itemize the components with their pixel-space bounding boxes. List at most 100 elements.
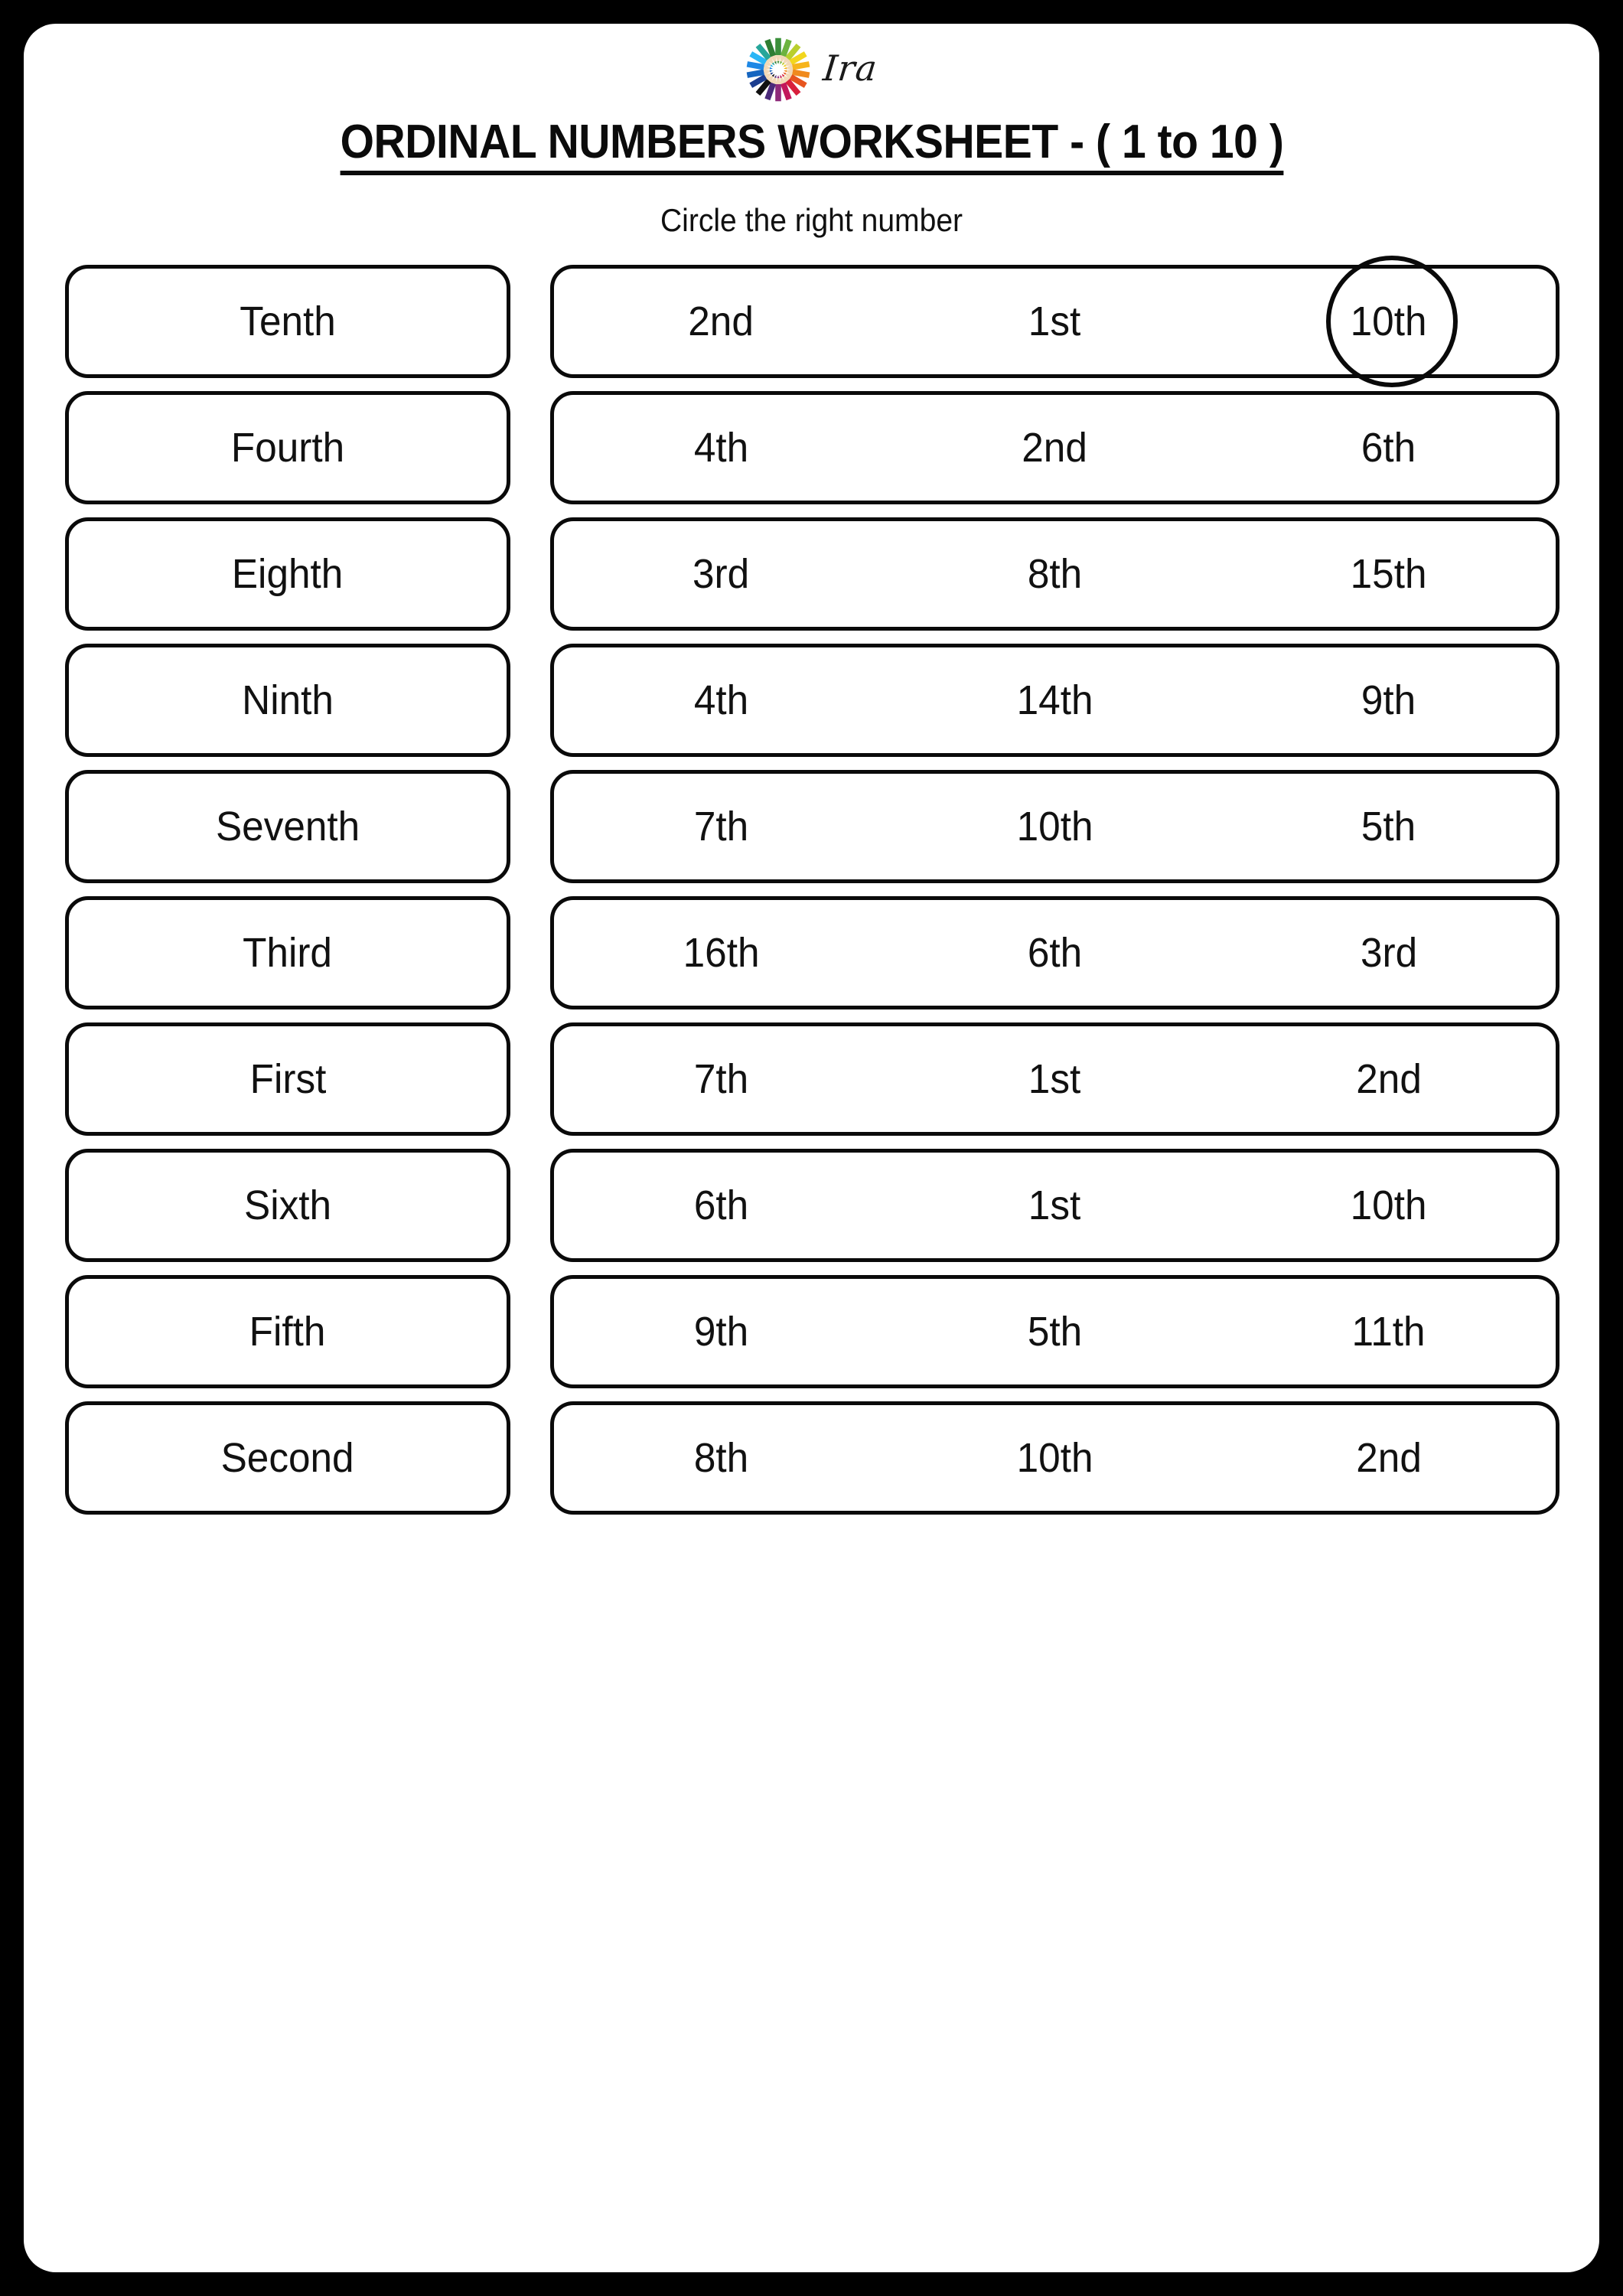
ordinal-word-box: Fourth [65,391,510,504]
ordinal-word-label: Ninth [242,677,334,723]
answer-option-label: 4th [693,425,748,471]
answer-option-label: 11th [1351,1309,1426,1355]
answer-option-label: 6th [1027,930,1083,976]
answer-option[interactable]: 1st [888,1153,1221,1258]
question-row: First 7th 1st 2nd [65,1022,1559,1136]
question-row: Ninth 4th 14th 9th [65,644,1559,757]
answer-option[interactable]: 10th [1222,1153,1556,1258]
answer-option-label: 1st [1028,298,1081,344]
question-grid: Tenth 2nd 1st 10th Fourth 4th 2nd 6th Eighth 3rd 8… [65,256,1559,1515]
answer-option-label: 5th [1361,804,1416,850]
ordinal-word-label: Seventh [215,804,360,850]
page-title-wrap: ORDINAL NUMBERS WORKSHEET - ( 1 to 10 ) [24,117,1599,176]
question-row: Sixth 6th 1st 10th [65,1149,1559,1262]
answer-option-label: 1st [1028,1182,1081,1228]
question-row: Fifth 9th 5th 11th [65,1275,1559,1388]
answer-options-box: 9th 5th 11th [550,1275,1559,1388]
answer-option-label: 8th [693,1435,748,1481]
answer-option[interactable]: 2nd [1222,1026,1556,1132]
brand-name: Ira [821,47,880,89]
answer-option[interactable]: 9th [554,1279,888,1384]
answer-option-label: 9th [1361,677,1416,723]
answer-option[interactable]: 8th [888,521,1221,627]
answer-options-box: 16th 6th 3rd [550,896,1559,1009]
answer-option-label: 9th [693,1309,748,1355]
answer-option-label: 4th [693,677,748,723]
brand-logo-area: Ira [24,24,1599,116]
answer-option[interactable]: 5th [1222,774,1556,879]
answer-option-label: 10th [1016,1435,1093,1481]
answer-option[interactable]: 7th [554,774,888,879]
ordinal-word-label: Fourth [230,425,345,471]
answer-option-label: 2nd [1356,1056,1422,1102]
answer-option[interactable]: 6th [1222,395,1556,501]
answer-option[interactable]: 15th [1222,521,1556,627]
answer-option[interactable]: 10th [1222,256,1556,387]
answer-option[interactable]: 9th [1222,647,1556,753]
answer-options-box: 7th 10th 5th [550,770,1559,883]
answer-options-box: 4th 14th 9th [550,644,1559,757]
answer-option[interactable]: 1st [888,269,1221,374]
answer-option[interactable]: 10th [888,774,1221,879]
answer-option-label: 6th [1361,425,1416,471]
answer-options-box: 8th 10th 2nd [550,1401,1559,1515]
question-row: Seventh 7th 10th 5th [65,770,1559,883]
answer-option-label: 10th [1350,298,1427,344]
question-row: Second 8th 10th 2nd [65,1401,1559,1515]
ordinal-word-label: Tenth [240,298,336,344]
answer-option[interactable]: 5th [888,1279,1221,1384]
color-pencils-circle-logo-icon [746,38,810,102]
answer-option[interactable]: 4th [554,647,888,753]
answer-options-box: 4th 2nd 6th [550,391,1559,504]
answer-option[interactable]: 3rd [554,521,888,627]
answer-option[interactable]: 1st [888,1026,1221,1132]
answer-option[interactable]: 6th [888,900,1221,1006]
answer-option-label: 7th [693,804,748,850]
answer-options-box: 6th 1st 10th [550,1149,1559,1262]
ordinal-word-box: Third [65,896,510,1009]
answer-option[interactable]: 6th [554,1153,888,1258]
answer-option[interactable]: 7th [554,1026,888,1132]
answer-option-label: 10th [1016,804,1093,850]
answer-option[interactable]: 2nd [554,269,888,374]
answer-option-label: 8th [1027,551,1083,597]
answer-option[interactable]: 10th [888,1405,1221,1511]
answer-option[interactable]: 3rd [1222,900,1556,1006]
answer-option-label: 6th [693,1182,748,1228]
answer-option[interactable]: 4th [554,395,888,501]
answer-option-label: 5th [1027,1309,1083,1355]
answer-option-label: 2nd [1356,1435,1422,1481]
question-row: Third 16th 6th 3rd [65,896,1559,1009]
answer-option[interactable]: 16th [554,900,888,1006]
answer-option-label: 10th [1350,1182,1427,1228]
answer-option[interactable]: 8th [554,1405,888,1511]
ordinal-word-box: Eighth [65,517,510,631]
ordinal-word-label: Sixth [243,1182,332,1228]
question-row: Tenth 2nd 1st 10th [65,256,1559,387]
answer-option-label: 1st [1028,1056,1081,1102]
answer-option[interactable]: 11th [1222,1279,1556,1384]
answer-option[interactable]: 2nd [1222,1405,1556,1511]
question-row: Eighth 3rd 8th 15th [65,517,1559,631]
answer-option-label: 2nd [688,298,754,344]
page-title: ORDINAL NUMBERS WORKSHEET - ( 1 to 10 ) [340,117,1283,176]
answer-option-label: 16th [683,930,760,976]
answer-option-label: 7th [693,1056,748,1102]
worksheet-header: Ira ORDINAL NUMBERS WORKSHEET - ( 1 to 1… [24,24,1599,246]
ordinal-word-label: Eighth [232,551,344,597]
ordinal-word-box: Second [65,1401,510,1515]
ordinal-word-box: Seventh [65,770,510,883]
answer-option[interactable]: 2nd [888,395,1221,501]
ordinal-word-box: Ninth [65,644,510,757]
answer-options-box: 3rd 8th 15th [550,517,1559,631]
ordinal-word-label: Third [243,930,333,976]
ordinal-word-box: Tenth [65,265,510,378]
worksheet-page: Ira ORDINAL NUMBERS WORKSHEET - ( 1 to 1… [24,24,1599,2272]
ordinal-word-box: First [65,1022,510,1136]
question-row: Fourth 4th 2nd 6th [65,391,1559,504]
answer-option[interactable]: 14th [888,647,1221,753]
instruction-text: Circle the right number [660,202,963,238]
answer-option-label: 3rd [1360,930,1417,976]
answer-options-box: 7th 1st 2nd [550,1022,1559,1136]
answer-option-label: 14th [1016,677,1093,723]
